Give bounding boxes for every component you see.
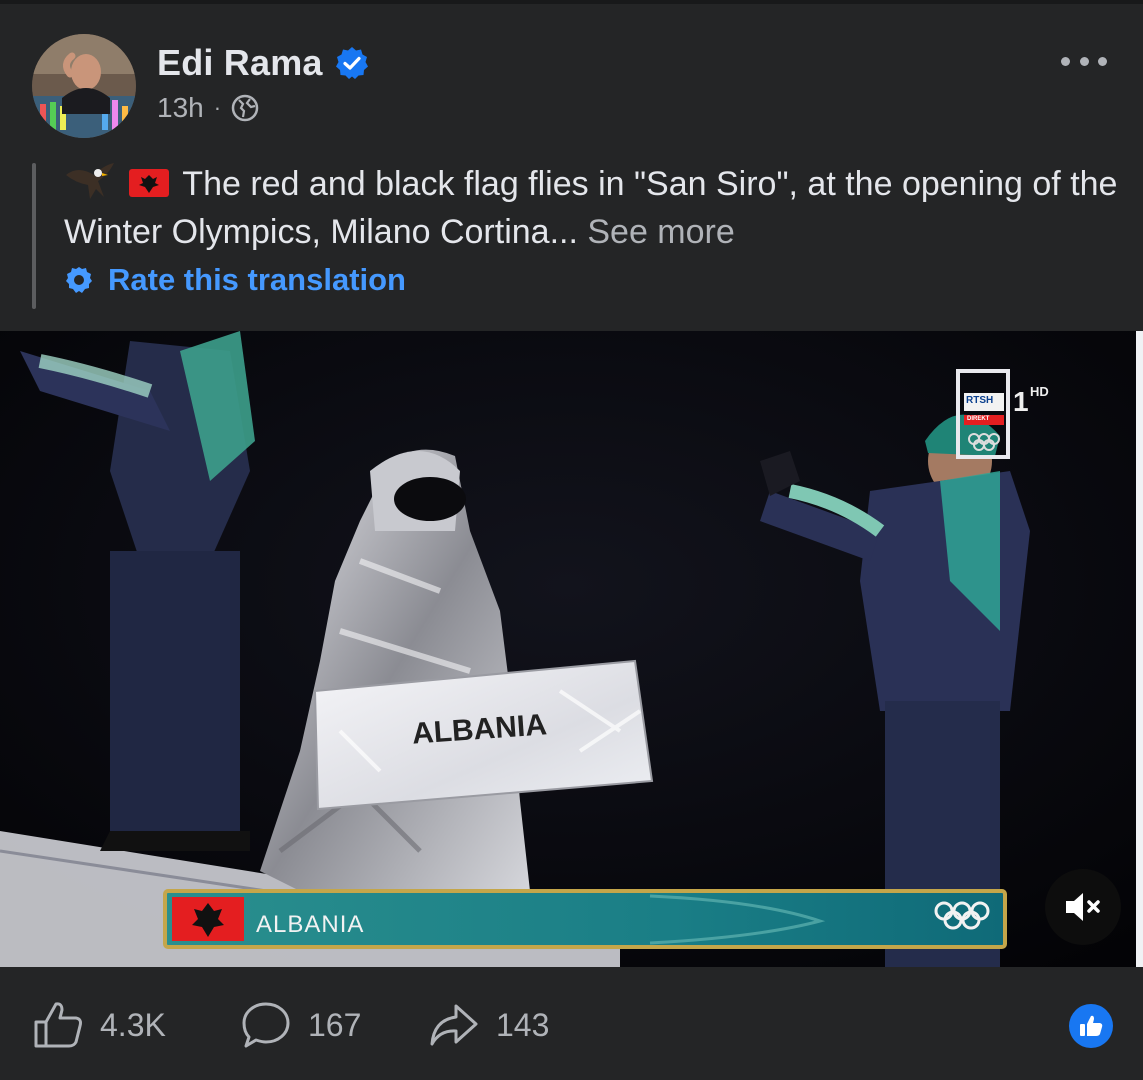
channel-hd: HD: [1030, 384, 1049, 399]
verified-badge-icon: [335, 47, 368, 79]
comment-button[interactable]: 167: [240, 1000, 361, 1050]
video-frame: [0, 331, 1136, 967]
top-divider: [0, 0, 1143, 4]
post-text: The red and black flag flies in "San Sir…: [64, 160, 1124, 256]
channel-number: 1: [1013, 386, 1029, 417]
share-arrow-icon: [430, 1004, 478, 1046]
thumbs-up-filled-icon: [1080, 1015, 1103, 1036]
like-count: 4.3K: [100, 1006, 166, 1043]
eagle-icon: [66, 163, 114, 199]
gear-icon: [66, 267, 92, 293]
post-actions-bar: [0, 967, 1143, 1080]
comment-count: 167: [308, 1006, 362, 1043]
rate-translation-label: Rate this translation: [108, 262, 406, 297]
video-edge: [1136, 331, 1143, 967]
like-button[interactable]: 4.3K: [32, 1000, 166, 1050]
channel-direkt-text: DIREKT: [967, 416, 990, 422]
share-button[interactable]: 143: [428, 1000, 549, 1050]
albania-flag-icon: [129, 169, 170, 197]
more-options-icon[interactable]: [1061, 46, 1107, 76]
speaker-muted-icon: [1066, 893, 1100, 921]
globe-icon: [231, 94, 259, 122]
author-name[interactable]: Edi Rama: [157, 42, 323, 84]
see-more-link[interactable]: See more: [587, 213, 734, 251]
avatar[interactable]: [32, 34, 136, 138]
thumbs-up-icon: [34, 1002, 82, 1048]
reaction-like-icon[interactable]: [1069, 1004, 1113, 1048]
channel-logo-text: RTSH: [966, 395, 994, 406]
avatar-photo: [32, 34, 136, 138]
video-player[interactable]: ALBANIA ALBANIA RTSH DIREKT 1 HD: [0, 331, 1136, 967]
translation-quote-bar: [32, 163, 36, 309]
rate-translation-button[interactable]: Rate this translation: [64, 262, 406, 298]
post-time[interactable]: 13h: [157, 92, 204, 124]
share-count: 143: [496, 1006, 550, 1043]
banner-country-text: ALBANIA: [256, 911, 365, 938]
mute-toggle-button[interactable]: [1045, 869, 1121, 945]
meta-separator: ·: [213, 95, 222, 120]
comment-bubble-icon: [242, 1002, 290, 1048]
